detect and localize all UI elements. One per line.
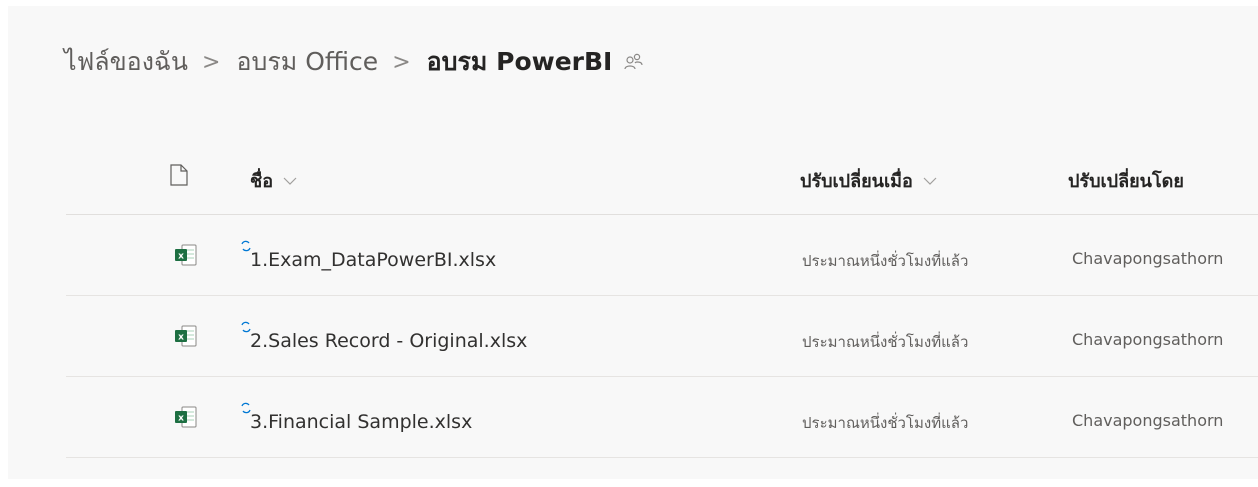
svg-text:x: x — [178, 333, 184, 343]
breadcrumb-separator: > — [202, 49, 221, 75]
breadcrumb-my-files[interactable]: ไฟล์ของฉัน — [64, 42, 188, 82]
file-list: ชื่อ ปรับเปลี่ยนเมื่อ ปรับเปลี่ยนโดย x 1… — [66, 144, 1258, 458]
breadcrumb-office-training[interactable]: อบรม Office — [236, 42, 378, 82]
file-row[interactable]: x 1.Exam_DataPowerBI.xlsx ประมาณหนึ่งชั่… — [66, 215, 1258, 296]
excel-file-icon: x — [174, 325, 198, 351]
file-list-header: ชื่อ ปรับเปลี่ยนเมื่อ ปรับเปลี่ยนโดย — [66, 144, 1258, 215]
chevron-down-icon — [923, 176, 937, 186]
file-modified: ประมาณหนึ่งชั่วโมงที่แล้ว — [802, 252, 969, 270]
file-modified: ประมาณหนึ่งชั่วโมงที่แล้ว — [802, 333, 969, 351]
file-name[interactable]: 3.Financial Sample.xlsx — [250, 411, 472, 433]
excel-file-icon: x — [174, 406, 198, 432]
file-modified-by[interactable]: Chavapongsathorn — [1072, 249, 1258, 268]
column-modified-by-label: ปรับเปลี่ยนโดย — [1068, 171, 1184, 192]
onedrive-files-panel: ไฟล์ของฉัน > อบรม Office > อบรม PowerBI … — [8, 6, 1258, 479]
document-icon[interactable] — [170, 164, 188, 190]
excel-file-icon: x — [174, 244, 198, 270]
breadcrumb-current-folder: อบรม PowerBI — [426, 47, 613, 76]
file-modified: ประมาณหนึ่งชั่วโมงที่แล้ว — [802, 414, 969, 432]
column-header-modified-by[interactable]: ปรับเปลี่ยนโดย — [1068, 166, 1184, 195]
svg-text:x: x — [178, 414, 184, 424]
shared-people-icon[interactable] — [624, 53, 644, 71]
file-name[interactable]: 1.Exam_DataPowerBI.xlsx — [250, 249, 496, 271]
file-modified-by[interactable]: Chavapongsathorn — [1072, 330, 1258, 349]
file-row[interactable]: x 2.Sales Record - Original.xlsx ประมาณห… — [66, 296, 1258, 377]
file-name[interactable]: 2.Sales Record - Original.xlsx — [250, 330, 527, 352]
column-header-name[interactable]: ชื่อ — [250, 166, 297, 195]
file-modified-by[interactable]: Chavapongsathorn — [1072, 411, 1258, 430]
column-name-label: ชื่อ — [250, 171, 274, 192]
breadcrumb-separator: > — [392, 49, 411, 75]
file-row[interactable]: x 3.Financial Sample.xlsx ประมาณหนึ่งชั่… — [66, 377, 1258, 458]
svg-text:x: x — [178, 252, 184, 262]
chevron-down-icon — [283, 176, 297, 186]
column-header-modified[interactable]: ปรับเปลี่ยนเมื่อ — [800, 166, 937, 195]
breadcrumb: ไฟล์ของฉัน > อบรม Office > อบรม PowerBI — [64, 42, 644, 82]
column-modified-label: ปรับเปลี่ยนเมื่อ — [800, 171, 913, 192]
